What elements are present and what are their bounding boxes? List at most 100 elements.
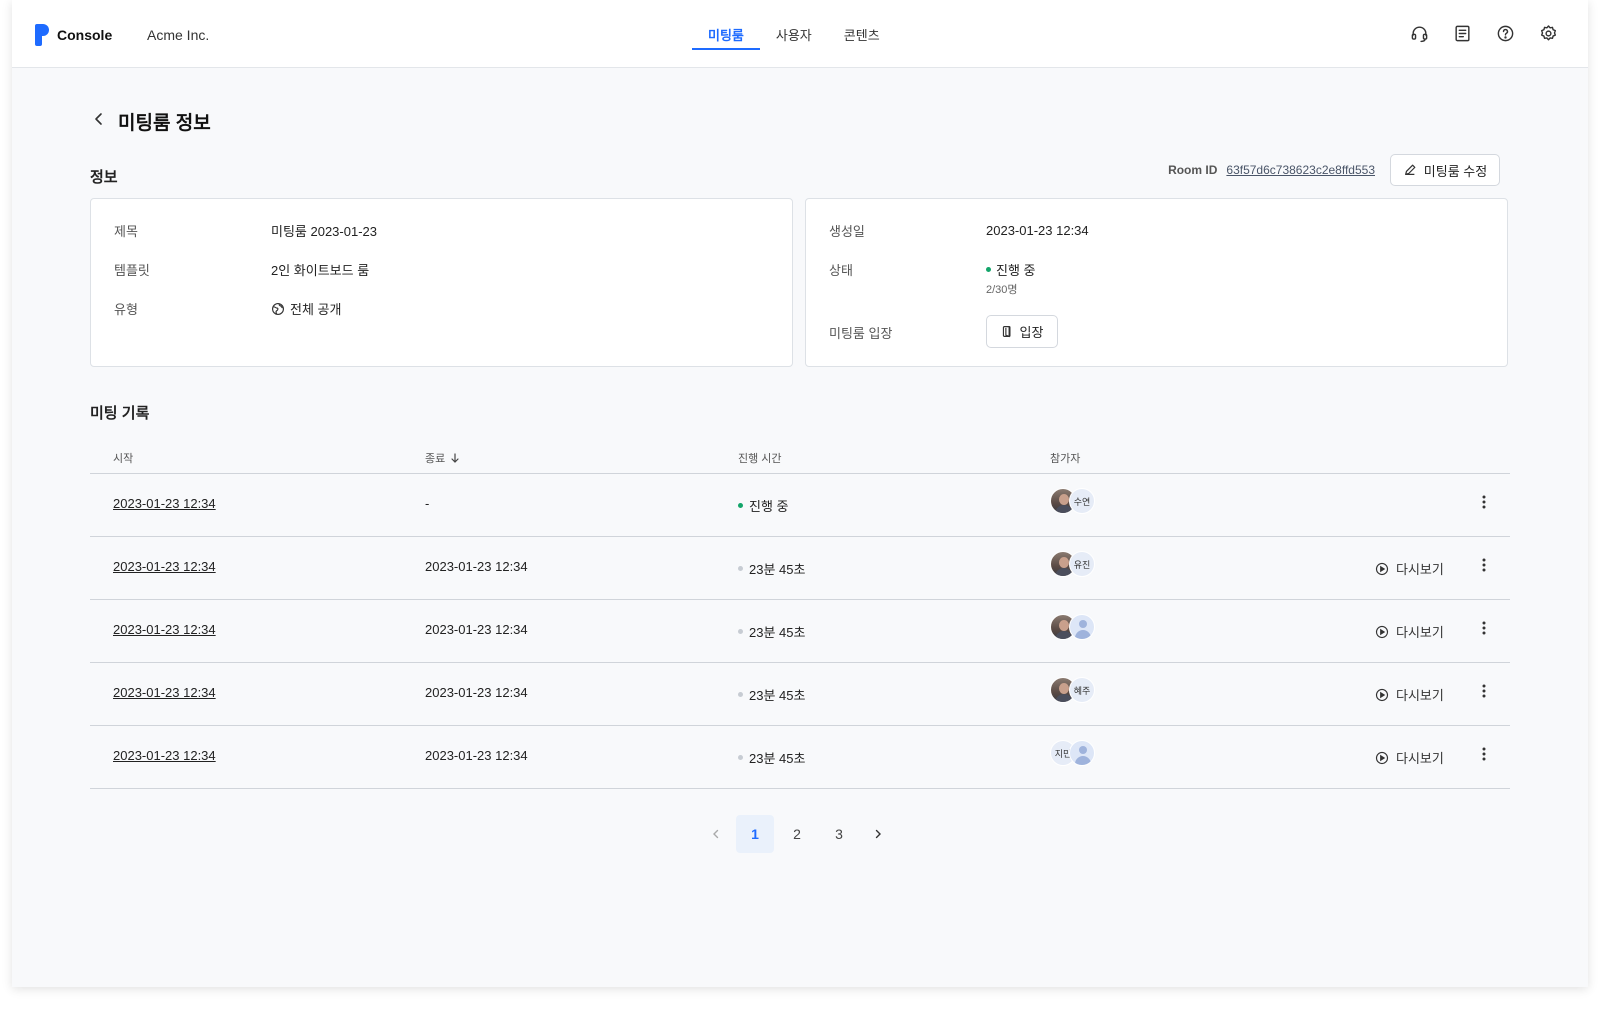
end-time: 2023-01-23 12:34: [425, 685, 528, 700]
replay-label: 다시보기: [1396, 751, 1444, 766]
participant-avatars[interactable]: 유진: [1050, 551, 1100, 577]
template-label: 템플릿: [114, 263, 150, 278]
duration: 진행 중: [738, 496, 789, 515]
end-time: 2023-01-23 12:34: [425, 622, 528, 637]
tab-users[interactable]: 사용자: [760, 0, 828, 50]
avatar-initials: 혜주: [1069, 677, 1095, 703]
page-1[interactable]: 1: [736, 815, 774, 853]
table-header: 시작 종료 진행 시간 참가자: [90, 440, 1510, 474]
prev-page-button[interactable]: [700, 815, 732, 853]
more-options-icon[interactable]: [1482, 746, 1486, 762]
pagination: 1 2 3: [700, 815, 898, 853]
start-time-link[interactable]: 2023-01-23 12:34: [113, 748, 216, 763]
room-id-value[interactable]: 63f57d6c738623c2e8ffd553: [1226, 163, 1375, 177]
start-time-link[interactable]: 2023-01-23 12:34: [113, 685, 216, 700]
type-value: 전체 공개: [290, 302, 342, 317]
page-2[interactable]: 2: [778, 815, 816, 853]
more-options-icon[interactable]: [1482, 494, 1486, 510]
table-row[interactable]: 2023-01-23 12:34 2023-01-23 12:34 23분 45초 유…: [90, 537, 1510, 600]
org-name[interactable]: Acme Inc.: [147, 27, 209, 43]
tab-contents[interactable]: 콘텐츠: [828, 0, 896, 50]
status-participant-count: 2/30명: [986, 284, 1018, 296]
avatar-initials: 유진: [1069, 551, 1095, 577]
start-time-link[interactable]: 2023-01-23 12:34: [113, 622, 216, 637]
enter-label: 미팅룸 입장: [829, 326, 893, 341]
participant-avatars[interactable]: 혜주: [1050, 677, 1100, 703]
start-time-link[interactable]: 2023-01-23 12:34: [113, 559, 216, 574]
replay-button[interactable]: 다시보기: [1375, 748, 1444, 767]
page-title: 미팅룸 정보: [118, 113, 211, 134]
replay-label: 다시보기: [1396, 562, 1444, 577]
duration-value: 진행 중: [749, 499, 789, 514]
info-row-status: 상태 진행 중: [829, 260, 1036, 279]
duration: 23분 45초: [738, 748, 805, 767]
document-icon[interactable]: [1453, 24, 1472, 43]
enter-room-button[interactable]: 입장: [986, 315, 1058, 348]
globe-icon: [272, 302, 284, 315]
settings-icon[interactable]: [1539, 24, 1558, 43]
more-options-icon[interactable]: [1482, 557, 1486, 573]
duration: 23분 45초: [738, 622, 805, 641]
status-dot-icon: [738, 503, 743, 508]
door-icon: [1002, 326, 1011, 338]
more-options-icon[interactable]: [1482, 620, 1486, 636]
back-arrow-icon[interactable]: [91, 111, 107, 127]
replay-button[interactable]: 다시보기: [1375, 685, 1444, 704]
table-row[interactable]: 2023-01-23 12:34 2023-01-23 12:34 23분 45초 혜…: [90, 663, 1510, 726]
participant-avatars[interactable]: 지민: [1050, 740, 1100, 766]
table-row[interactable]: 2023-01-23 12:34 2023-01-23 12:34 23분 45초 다…: [90, 600, 1510, 663]
start-time-link[interactable]: 2023-01-23 12:34: [113, 496, 216, 511]
info-card-right: 생성일 2023-01-23 12:34 상태 진행 중 2/30명 미팅룸 입…: [805, 198, 1508, 367]
participant-avatars[interactable]: [1050, 614, 1100, 640]
play-circle-icon: [1375, 625, 1389, 638]
next-page-button[interactable]: [862, 815, 894, 853]
status-dot-icon: [738, 755, 743, 760]
col-participants[interactable]: 참가자: [1050, 450, 1080, 466]
status-dot-icon: [738, 629, 743, 634]
replay-label: 다시보기: [1396, 625, 1444, 640]
template-value: 2인 화이트보드 룸: [271, 263, 370, 278]
app-window: Console Acme Inc. 미팅룸 사용자 콘텐츠 미팅룸 정보 정보 …: [12, 0, 1588, 987]
col-duration[interactable]: 진행 시간: [738, 450, 782, 466]
duration-value: 23분 45초: [749, 688, 806, 703]
edit-room-button[interactable]: 미팅룸 수정: [1390, 154, 1500, 186]
play-circle-icon: [1375, 562, 1389, 575]
app-name: Console: [57, 27, 113, 43]
more-options-icon[interactable]: [1482, 683, 1486, 699]
col-end[interactable]: 종료: [425, 450, 460, 466]
duration: 23분 45초: [738, 559, 805, 578]
replay-button[interactable]: 다시보기: [1375, 559, 1444, 578]
col-start[interactable]: 시작: [113, 450, 133, 466]
participant-avatars[interactable]: 수연: [1050, 488, 1100, 514]
help-icon[interactable]: [1496, 24, 1515, 43]
end-time: 2023-01-23 12:34: [425, 559, 528, 574]
live-dot-icon: [986, 267, 991, 272]
page-3[interactable]: 3: [820, 815, 858, 853]
type-label: 유형: [114, 302, 138, 317]
edit-room-label: 미팅룸 수정: [1423, 163, 1488, 179]
table-row[interactable]: 2023-01-23 12:34 - 진행 중 수연: [90, 474, 1510, 537]
enter-room-label: 입장: [1019, 325, 1044, 340]
table-row[interactable]: 2023-01-23 12:34 2023-01-23 12:34 23분 45초 지…: [90, 726, 1510, 789]
info-section-title: 정보: [90, 169, 118, 186]
play-circle-icon: [1375, 751, 1389, 764]
end-time: -: [425, 496, 430, 511]
logo-icon: [35, 24, 49, 46]
status-dot-icon: [738, 566, 743, 571]
duration-value: 23분 45초: [749, 562, 806, 577]
col-end-label: 종료: [425, 453, 446, 465]
status-value: 진행 중: [996, 263, 1036, 278]
room-id-label: Room ID: [1168, 163, 1218, 177]
chevron-right-icon: [875, 829, 881, 839]
main-nav: 미팅룸 사용자 콘텐츠: [692, 0, 896, 68]
title-value: 미팅룸 2023-01-23: [271, 224, 377, 239]
title-label: 제목: [114, 224, 138, 239]
end-time: 2023-01-23 12:34: [425, 748, 528, 763]
created-value: 2023-01-23 12:34: [986, 223, 1089, 238]
info-row-enter: 미팅룸 입장: [829, 323, 986, 342]
replay-button[interactable]: 다시보기: [1375, 622, 1444, 641]
logo[interactable]: Console: [35, 24, 112, 46]
type-value-wrap: 전체 공개: [271, 299, 341, 318]
tab-meeting-rooms[interactable]: 미팅룸: [692, 0, 760, 50]
headset-icon[interactable]: [1410, 24, 1429, 43]
